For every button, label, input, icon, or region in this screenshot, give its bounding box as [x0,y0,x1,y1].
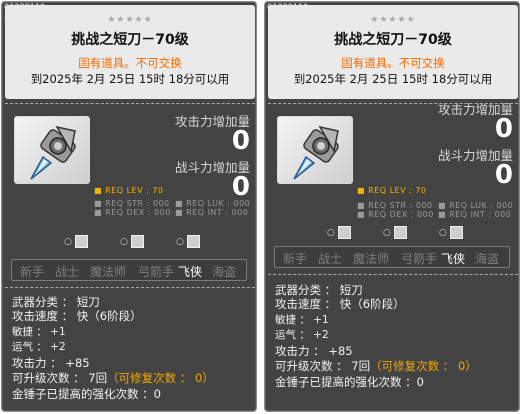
shield-icon [186,235,200,248]
prop-dex: 敏捷 ： +1 [12,326,66,338]
sword-icon [393,226,407,239]
prop-upgrade: 可升级次数 ： 7回（可修复次数 ： 0） [12,371,214,385]
item-tooltip-left: 01332110 实更 ★★★★★ 挑战之短刀－70级 固有道具。不可交换 到2… [0,0,261,414]
job-icon-2: ○ [383,226,407,239]
item-icon-box [277,116,353,184]
divider [5,287,255,288]
prop-hammer: 金锤子已提高的强化次数 ：0 [12,387,161,401]
req-luk: ■ REQ LUK : 000 [175,199,251,208]
shield-icon [449,226,463,239]
prop-hammer: 金锤子已提高的强化次数 ：0 [275,375,424,389]
sword-icon [130,235,144,248]
class-thief-active: 飞侠 [178,265,203,279]
class-bar: 新手 战士 魔法师 弓箭手 飞侠 海盗 [11,259,247,281]
item-icon-box [14,116,90,184]
untradeable-notice: 固有道具。不可交换 [341,56,445,70]
class-bar: 新手 战士 魔法师 弓箭手 飞侠 海盗 [274,246,510,268]
power-increase-value: 0 [494,160,513,190]
divider [5,103,255,104]
job-icon-1: ○ [327,226,351,239]
req-int: ■ REQ INT : 000 [175,208,249,217]
prop-dex: 敏捷 ： +1 [275,314,329,326]
req-luk: ■ REQ LUK : 000 [438,201,514,210]
star-rating: ★★★★★ [370,15,416,25]
req-dex: ■ REQ DEX : 000 [94,208,171,217]
prop-upgrade: 可升级次数 ： 7回（可修复次数 ： 0） [275,359,477,373]
req-str: ■ REQ STR : 000 [94,199,170,208]
tooltip-frame: 01332110 ★★★★★ 挑战之短刀－70级 固有道具。不可交换 到2025… [264,1,520,412]
dagger-icon [30,125,76,180]
divider [268,274,518,275]
expiry-date: 到2025年 2月 25日 15时 18分可以用 [293,72,493,86]
item-title: 挑战之短刀－70级 [71,32,189,48]
untradeable-notice: 固有道具。不可交换 [78,56,182,70]
power-increase-value: 0 [231,172,250,202]
prop-luk: 运气 ： +2 [275,329,329,341]
dagger-icon [293,125,339,180]
class-thief-active: 飞侠 [441,252,466,266]
class-pirate: 海盗 [475,252,500,266]
wrench-icon [337,226,351,239]
tooltip-frame: 01332110 实更 ★★★★★ 挑战之短刀－70级 固有道具。不可交换 到2… [1,1,257,412]
job-icon-3: ○ [176,235,200,248]
class-beginner: 新手 [283,252,308,266]
class-bowman: 弓箭手 [401,252,438,266]
attack-increase-value: 0 [231,126,250,156]
job-icon-2: ○ [120,235,144,248]
class-beginner: 新手 [20,265,45,279]
req-int: ■ REQ INT : 000 [438,210,512,219]
job-icon-3: ○ [439,226,463,239]
star-rating: ★★★★★ [107,15,153,25]
tooltip-header: ★★★★★ 挑战之短刀－70级 固有道具。不可交换 到2025年 2月 25日 … [268,5,518,99]
class-magician: 魔法师 [353,252,390,266]
prop-atk: 攻击力 ： +85 [275,344,353,358]
job-icon-1: ○ [64,235,88,248]
class-warrior: 战士 [318,252,343,266]
req-level: ■ REQ LEV : 70 [357,186,427,195]
wrench-icon [74,235,88,248]
item-tooltip-right: 01332110 ★★★★★ 挑战之短刀－70级 固有道具。不可交换 到2025… [261,0,522,414]
expiry-date: 到2025年 2月 25日 15时 18分可以用 [30,72,230,86]
prop-speed: 攻击速度 ： 快（6阶段） [275,297,405,311]
prop-repair: （可修复次数 ： 0） [370,359,477,373]
item-title: 挑战之短刀－70级 [334,32,452,48]
class-magician: 魔法师 [90,265,127,279]
req-level: ■ REQ LEV : 70 [94,186,164,195]
prop-luk: 运气 ： +2 [12,341,66,353]
attack-increase-value: 0 [494,114,513,144]
class-warrior: 战士 [55,265,80,279]
req-str: ■ REQ STR : 000 [357,201,433,210]
prop-atk: 攻击力 ： +85 [12,356,90,370]
req-dex: ■ REQ DEX : 000 [357,210,434,219]
prop-repair: （可修复次数 ： 0） [107,371,214,385]
class-bowman: 弓箭手 [138,265,175,279]
tooltip-header: ★★★★★ 挑战之短刀－70级 固有道具。不可交换 到2025年 2月 25日 … [5,5,255,99]
prop-speed: 攻击速度 ： 快（6阶段） [12,309,142,323]
class-pirate: 海盗 [212,265,237,279]
